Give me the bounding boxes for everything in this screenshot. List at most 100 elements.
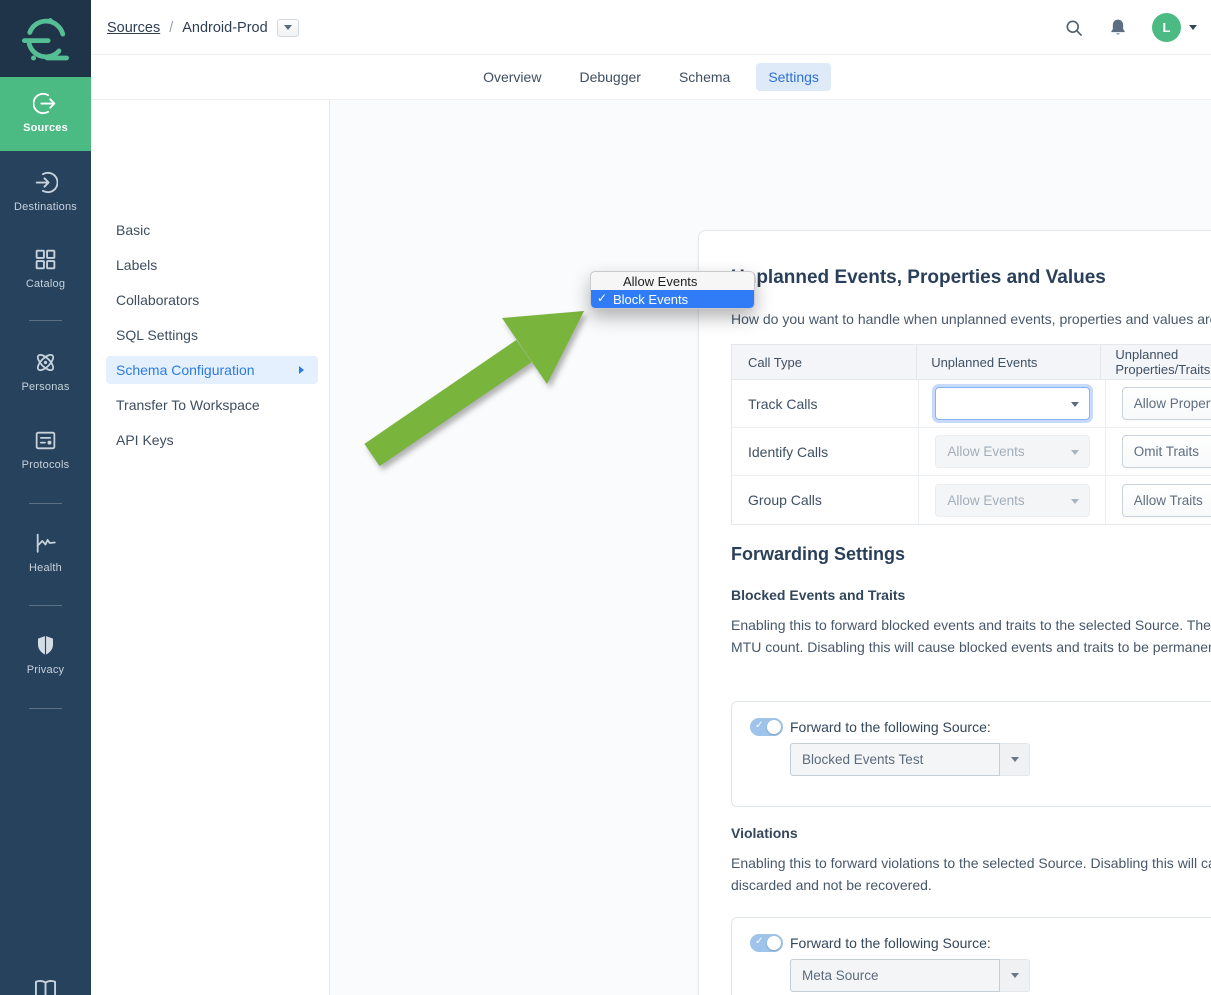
segment-logo[interactable]: [0, 0, 91, 77]
subnav-label: Collaborators: [116, 292, 199, 308]
subnav-item-labels[interactable]: Labels: [106, 251, 318, 279]
select-value: Blocked Events Test: [802, 752, 923, 767]
violations-description: Enabling this to forward violations to t…: [731, 853, 1211, 896]
subnav-item-basic[interactable]: Basic: [106, 216, 318, 244]
sidebar-item-protocols[interactable]: Protocols: [0, 428, 91, 471]
group-unplanned-events-select: Allow Events: [935, 484, 1090, 517]
table-cell: Allow Events: [919, 428, 1105, 475]
sidebar-divider: [29, 503, 62, 504]
chevron-down-icon: [1000, 959, 1030, 992]
subnav-item-collaborators[interactable]: Collaborators: [106, 286, 318, 314]
tab-overview[interactable]: Overview: [471, 63, 553, 91]
check-icon: ✓: [755, 936, 763, 947]
source-switcher-button[interactable]: [277, 19, 299, 37]
notifications-button[interactable]: [1108, 17, 1128, 38]
subnav-item-api-keys[interactable]: API Keys: [106, 426, 318, 454]
tab-schema[interactable]: Schema: [667, 63, 742, 91]
breadcrumb-current: Android-Prod: [182, 20, 267, 36]
row-label: Track Calls: [732, 380, 919, 427]
menu-item-allow-events[interactable]: Allow Events: [591, 272, 754, 290]
violations-source-select[interactable]: Meta Source: [790, 959, 1030, 992]
blocked-source-select[interactable]: Blocked Events Test: [790, 743, 1030, 776]
breadcrumb-sources-link[interactable]: Sources: [107, 20, 160, 36]
identify-traits-select[interactable]: Omit Traits: [1122, 435, 1211, 468]
subnav-label: Basic: [116, 222, 150, 238]
subnav-item-sql-settings[interactable]: SQL Settings: [106, 321, 318, 349]
user-menu[interactable]: L: [1152, 13, 1197, 42]
health-icon: [33, 531, 58, 556]
chevron-down-icon: [1071, 402, 1079, 407]
track-unplanned-events-select[interactable]: [935, 387, 1090, 420]
select-value: Allow Traits: [1134, 493, 1203, 508]
track-properties-select[interactable]: Allow Properties: [1122, 387, 1211, 420]
group-traits-select[interactable]: Allow Traits: [1122, 484, 1211, 517]
primary-sidebar: Sources Destinations Catalog: [0, 0, 91, 995]
table-row: Identify Calls Allow Events Omit Traits: [732, 428, 1211, 476]
sidebar-label: Catalog: [0, 278, 91, 290]
avatar[interactable]: L: [1152, 13, 1181, 42]
subnav-label: SQL Settings: [116, 327, 198, 343]
table-cell: Omit Traits: [1106, 428, 1211, 475]
blocked-forward-toggle[interactable]: ✓: [750, 718, 783, 736]
chevron-down-icon: [1071, 499, 1079, 504]
toggle-knob: [767, 936, 781, 950]
section-description: How do you want to handle when unplanned…: [731, 311, 1211, 327]
menu-item-block-events[interactable]: ✓ Block Events: [591, 290, 754, 308]
search-button[interactable]: [1064, 18, 1084, 38]
sidebar-label: Protocols: [0, 459, 91, 471]
subnav-item-schema-configuration[interactable]: Schema Configuration: [106, 356, 318, 384]
tab-debugger[interactable]: Debugger: [567, 63, 653, 91]
sidebar-label: Personas: [0, 381, 91, 393]
topbar-actions: L: [1064, 0, 1197, 55]
column-header-unplanned-properties-traits: Unplanned Properties/Traits: [1101, 345, 1211, 379]
subnav-label: Transfer To Workspace: [116, 397, 260, 413]
top-bar: Sources / Android-Prod L: [91, 0, 1211, 55]
sidebar-item-personas[interactable]: Personas: [0, 350, 91, 393]
select-value: Allow Properties: [1134, 396, 1211, 411]
sidebar-label: Destinations: [0, 201, 91, 213]
sidebar-item-sources[interactable]: Sources: [0, 77, 91, 151]
blocked-events-description: Enabling this to forward blocked events …: [731, 615, 1211, 658]
sidebar-label: Privacy: [0, 664, 91, 676]
segment-logo-icon: [20, 13, 72, 65]
schema-defaults-table: Call Type Unplanned Events Unplanned Pro…: [731, 344, 1211, 525]
row-label: Group Calls: [732, 476, 919, 524]
breadcrumb: Sources / Android-Prod: [107, 0, 299, 55]
tab-settings[interactable]: Settings: [756, 63, 831, 91]
chevron-down-icon: [284, 25, 292, 30]
table-cell: Allow Properties: [1106, 380, 1211, 427]
chevron-down-icon: [1000, 743, 1030, 776]
select-value: Meta Source: [802, 968, 879, 983]
subnav-item-transfer-to-workspace[interactable]: Transfer To Workspace: [106, 391, 318, 419]
violations-heading: Violations: [731, 825, 798, 841]
sidebar-item-health[interactable]: Health: [0, 531, 91, 574]
column-header-unplanned-events: Unplanned Events: [917, 345, 1101, 379]
blocked-events-heading: Blocked Events and Traits: [731, 587, 905, 603]
bell-icon: [1108, 17, 1128, 38]
sidebar-divider: [29, 708, 62, 709]
personas-icon: [33, 350, 58, 375]
chevron-right-icon: [299, 366, 304, 374]
sidebar-item-destinations[interactable]: Destinations: [0, 170, 91, 213]
forward-source-label: Forward to the following Source:: [790, 719, 991, 735]
chevron-down-icon: [1189, 25, 1197, 30]
sidebar-item-privacy[interactable]: Privacy: [0, 633, 91, 676]
table-row: Group Calls Allow Events Allow Traits: [732, 476, 1211, 524]
sidebar-label: Health: [0, 562, 91, 574]
violations-forward-toggle[interactable]: ✓: [750, 934, 783, 952]
select-value: Allow Events: [947, 444, 1024, 459]
toggle-knob: [767, 720, 781, 734]
unplanned-events-dropdown-menu: Allow Events ✓ Block Events: [590, 271, 755, 309]
sidebar-item-docs[interactable]: [0, 977, 91, 995]
column-header-call-type: Call Type: [732, 345, 917, 379]
chevron-down-icon: [1071, 450, 1079, 455]
table-cell: Allow Events: [919, 476, 1105, 524]
violations-forward-box: ✓ Forward to the following Source: Meta …: [731, 917, 1211, 995]
search-icon: [1064, 18, 1084, 38]
table-row: Track Calls Allow Properties: [732, 380, 1211, 428]
blocked-forward-box: ✓ Forward to the following Source: Block…: [731, 701, 1211, 807]
subnav-label: Schema Configuration: [116, 362, 255, 378]
sidebar-item-catalog[interactable]: Catalog: [0, 247, 91, 290]
sidebar-divider: [29, 605, 62, 606]
subnav-label: Labels: [116, 257, 157, 273]
